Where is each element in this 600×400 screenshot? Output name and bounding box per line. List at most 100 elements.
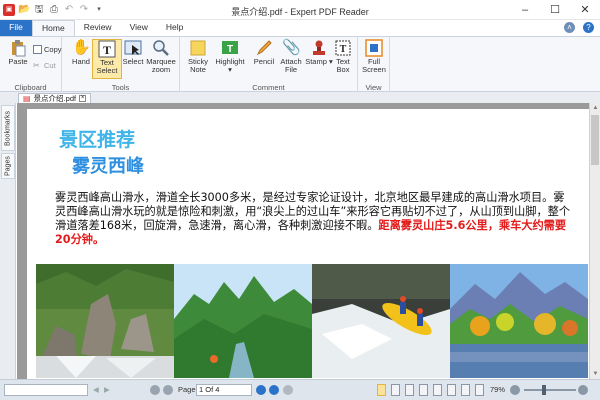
- photo-rafting: [312, 264, 450, 378]
- pdf-file-icon: ▤: [23, 94, 31, 103]
- page-label: Page: [178, 385, 196, 394]
- status-bar: ◀ ▶ Page 1 Of 4 79%: [0, 379, 600, 400]
- maximize-button[interactable]: ☐: [540, 0, 570, 20]
- minimize-button[interactable]: –: [510, 0, 540, 20]
- pdf-page: 景区推荐 雾灵西峰 雾灵西峰高山滑水，滑道全长3000多米，是经过专家论证设计，…: [27, 109, 589, 379]
- tab-review[interactable]: Review: [75, 20, 121, 36]
- pages-tab[interactable]: Pages: [1, 153, 15, 179]
- text-box-icon: T: [334, 39, 352, 57]
- tab-home[interactable]: Home: [32, 20, 75, 36]
- photo-autumn-lake: [450, 264, 588, 378]
- side-panel: Bookmarks Pages: [0, 103, 16, 379]
- nav-forward-icon[interactable]: ▶: [104, 385, 110, 394]
- ribbon-tabs: File Home Review View Help ˄ ?: [0, 20, 600, 36]
- customize-qat-icon[interactable]: ▾: [93, 4, 105, 16]
- tab-help[interactable]: Help: [157, 20, 192, 36]
- page-number-input[interactable]: 1 Of 4: [196, 384, 252, 396]
- pencil-button[interactable]: Pencil: [249, 39, 279, 66]
- last-page-icon[interactable]: [269, 385, 279, 395]
- full-screen-button[interactable]: Full Screen: [359, 39, 389, 74]
- view-group: Full Screen View: [358, 37, 390, 93]
- text-select-icon: T: [98, 40, 116, 58]
- prev-page-icon[interactable]: [163, 385, 173, 395]
- comment-group-label: Comment: [252, 83, 285, 92]
- document-viewer[interactable]: 景区推荐 雾灵西峰 雾灵西峰高山滑水，滑道全长3000多米，是经过专家论证设计，…: [17, 103, 600, 379]
- ribbon: Paste Copy ✂ Cut Clipboard ✋ Hand T Text…: [0, 36, 600, 93]
- next-page-icon[interactable]: [256, 385, 266, 395]
- copy-button[interactable]: Copy: [33, 45, 62, 54]
- photo-strip: [36, 264, 588, 378]
- nav-back-icon[interactable]: ◀: [93, 385, 99, 394]
- close-tab-icon[interactable]: ×: [79, 95, 87, 102]
- zoom-slider-knob[interactable]: [542, 385, 546, 395]
- vertical-scrollbar[interactable]: ▲ ▼: [589, 103, 600, 379]
- actual-size-button[interactable]: [461, 384, 470, 396]
- sticky-note-icon: [189, 39, 207, 57]
- cut-icon: ✂: [33, 61, 40, 70]
- sticky-note-button[interactable]: Sticky Note: [183, 39, 213, 74]
- tools-group-label: Tools: [111, 83, 130, 92]
- comment-group: Sticky Note T Highlight ▾ Pencil 📎 Attac…: [180, 37, 358, 93]
- open-icon[interactable]: 📂: [18, 4, 30, 16]
- help-icon[interactable]: ?: [583, 22, 594, 33]
- collapse-ribbon-icon[interactable]: ˄: [564, 22, 575, 33]
- zoom-slider[interactable]: [524, 389, 576, 391]
- stamp-icon: [310, 39, 328, 57]
- clipboard-group: Paste Copy ✂ Cut Clipboard: [0, 37, 62, 93]
- paperclip-icon: 📎: [282, 39, 301, 56]
- zoom-level: 79%: [490, 385, 506, 394]
- tab-file[interactable]: File: [0, 20, 32, 36]
- scroll-down-icon[interactable]: ▼: [590, 369, 600, 379]
- text-box-button[interactable]: T Text Box: [330, 39, 356, 74]
- zoom-out-icon[interactable]: [510, 385, 520, 395]
- zoom-in-icon[interactable]: [578, 385, 588, 395]
- clipboard-group-label: Clipboard: [14, 83, 47, 92]
- quick-access-toolbar: ▣ 📂 🖫 ⎙ ↶ ↷ ▾: [0, 3, 105, 16]
- continuous-view-button[interactable]: [391, 384, 400, 396]
- print-icon[interactable]: ⎙: [48, 4, 60, 16]
- facing-continuous-view-button[interactable]: [419, 384, 428, 396]
- save-icon[interactable]: 🖫: [33, 4, 45, 16]
- tab-view[interactable]: View: [121, 20, 157, 36]
- search-box[interactable]: [4, 384, 88, 396]
- photo-rocks-waterfall: [36, 264, 174, 378]
- photo-green-mountains: [174, 264, 312, 378]
- app-logo-icon: ▣: [3, 3, 15, 16]
- view-group-label: View: [365, 83, 382, 92]
- full-screen-icon: [365, 39, 383, 57]
- marquee-zoom-button[interactable]: Marquee zoom: [146, 39, 176, 74]
- redo-icon[interactable]: ↷: [78, 4, 90, 16]
- close-button[interactable]: ✕: [570, 0, 600, 20]
- scroll-up-icon[interactable]: ▲: [590, 103, 600, 113]
- fit-page-button[interactable]: [447, 384, 456, 396]
- zoom-fit-button[interactable]: [475, 384, 484, 396]
- bookmarks-tab[interactable]: Bookmarks: [1, 105, 15, 151]
- svg-text:T: T: [340, 44, 347, 55]
- tools-group: ✋ Hand T Text Select Select Marquee zoom…: [62, 37, 180, 93]
- svg-text:T: T: [227, 44, 233, 55]
- paste-icon: [9, 39, 27, 57]
- cut-button[interactable]: ✂ Cut: [33, 61, 56, 70]
- highlight-button[interactable]: T Highlight ▾: [213, 39, 247, 74]
- pencil-icon: [255, 39, 273, 57]
- document-tab[interactable]: ▤ 景点介绍.pdf ×: [18, 93, 92, 103]
- page-heading: 景区推荐: [59, 129, 136, 151]
- page-subheading: 雾灵西峰: [72, 156, 144, 177]
- select-icon: [124, 39, 142, 57]
- hand-icon: ✋: [72, 39, 91, 56]
- single-page-view-button[interactable]: [377, 384, 386, 396]
- svg-text:T: T: [103, 43, 111, 57]
- page-paragraph: 雾灵西峰高山滑水，滑道全长3000多米，是经过专家论证设计，北京地区最早建成的高…: [55, 191, 575, 247]
- document-tab-strip: ▤ 景点介绍.pdf ×: [0, 92, 600, 103]
- select-button[interactable]: Select: [118, 39, 148, 66]
- attach-file-button[interactable]: 📎 Attach File: [276, 39, 306, 74]
- title-bar: ▣ 📂 🖫 ⎙ ↶ ↷ ▾ 景点介绍.pdf - Expert PDF Read…: [0, 0, 600, 20]
- paste-button[interactable]: Paste: [3, 39, 33, 66]
- undo-icon[interactable]: ↶: [63, 4, 75, 16]
- first-page-icon[interactable]: [150, 385, 160, 395]
- scroll-thumb[interactable]: [591, 115, 599, 165]
- refresh-icon[interactable]: [283, 385, 293, 395]
- copy-icon: [33, 45, 42, 54]
- fit-width-button[interactable]: [433, 384, 442, 396]
- facing-view-button[interactable]: [405, 384, 414, 396]
